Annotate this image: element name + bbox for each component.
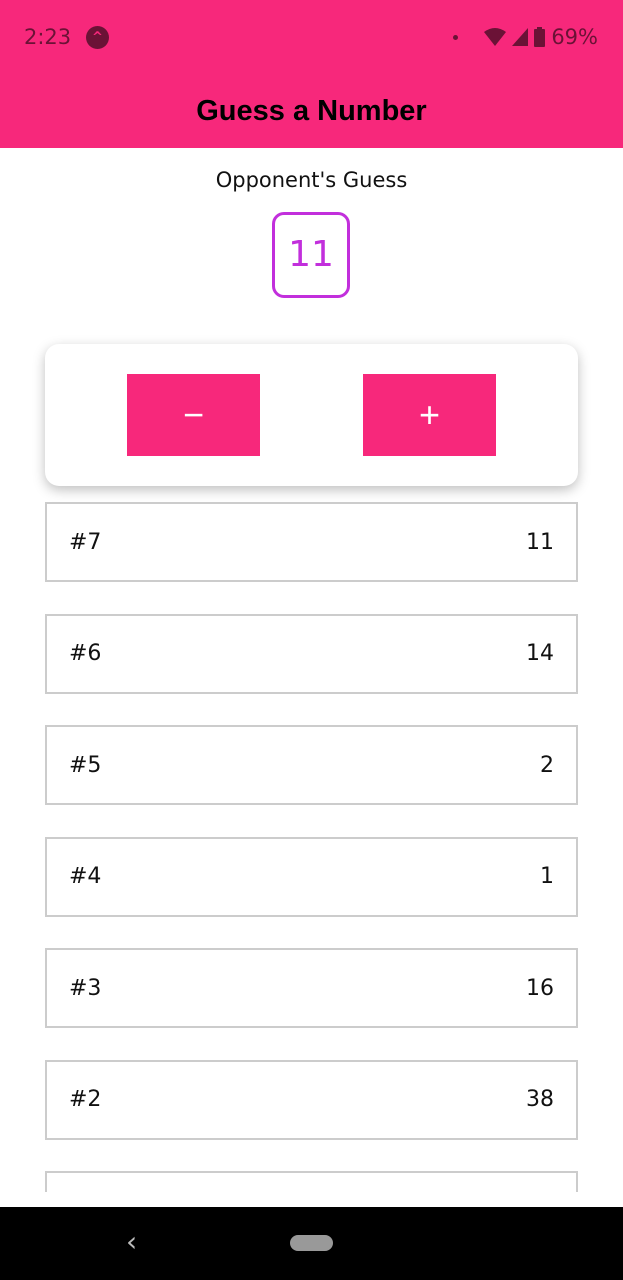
notification-dot-icon — [453, 34, 459, 40]
app-header: Guess a Number — [0, 75, 623, 148]
list-item — [45, 1171, 578, 1192]
round-number: #6 — [69, 641, 102, 666]
navigation-bar: ‹ — [0, 1207, 623, 1280]
round-guess: 14 — [526, 641, 554, 666]
status-time: 2:23 — [24, 25, 72, 49]
battery-icon — [534, 27, 546, 47]
list-item: #7 11 — [45, 502, 578, 582]
round-guess: 2 — [540, 752, 554, 778]
opponent-guess-number: 11 — [272, 212, 350, 298]
higher-button[interactable]: + — [363, 374, 496, 456]
round-guess: 38 — [526, 1087, 554, 1112]
list-item: #4 1 — [45, 836, 578, 917]
round-number: #5 — [69, 752, 102, 778]
home-pill-icon[interactable] — [290, 1235, 333, 1251]
round-guess: 16 — [526, 975, 554, 1001]
guess-list[interactable]: #7 11 #6 14 #5 2 #4 1 #3 16 #2 38 — [45, 502, 578, 1192]
wifi-icon — [484, 28, 507, 46]
expo-icon: ^ — [86, 26, 109, 49]
list-item: #3 16 — [45, 948, 578, 1028]
status-bar: 2:23 ^ 69% — [0, 0, 623, 75]
opponent-guess-label: Opponent's Guess — [215, 168, 408, 192]
battery-percent: 69% — [551, 25, 598, 49]
round-guess: 11 — [526, 529, 554, 555]
round-number: #7 — [69, 529, 102, 555]
list-item: #6 14 — [45, 613, 578, 694]
controls-card: − + — [45, 344, 578, 486]
back-icon[interactable]: ‹ — [126, 1225, 137, 1258]
round-number: #2 — [69, 1087, 102, 1112]
lower-button[interactable]: − — [127, 374, 260, 456]
signal-icon — [512, 28, 529, 46]
list-item: #2 38 — [45, 1059, 578, 1140]
page-title: Guess a Number — [196, 95, 427, 127]
round-number: #4 — [69, 864, 102, 889]
round-number: #3 — [69, 975, 102, 1001]
list-item: #5 2 — [45, 725, 578, 805]
round-guess: 1 — [540, 864, 554, 889]
